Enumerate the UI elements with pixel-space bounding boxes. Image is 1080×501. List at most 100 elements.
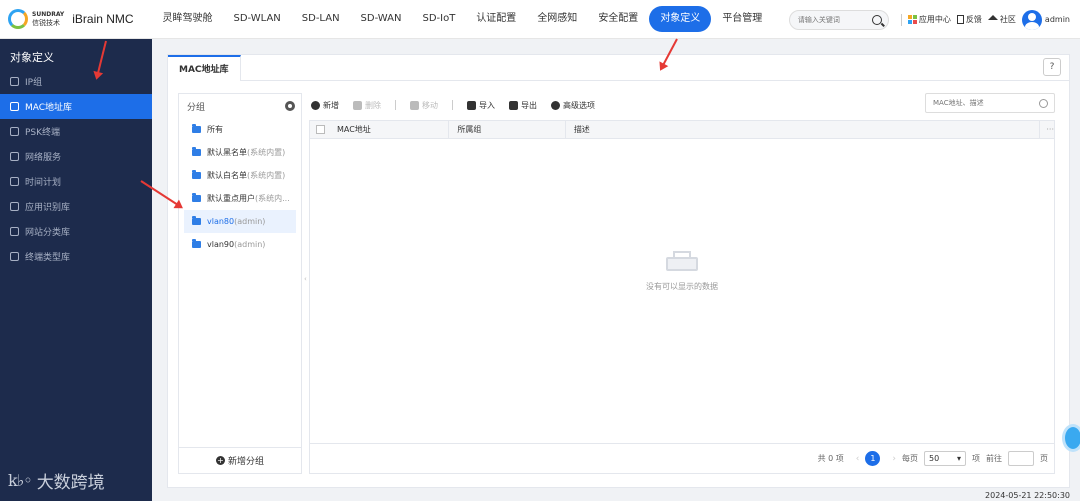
collapse-handle[interactable]: ‹ [304,275,307,283]
advanced-options-button[interactable]: 高级选项 [551,100,595,111]
product-name: iBrain NMC [72,12,134,26]
column-group[interactable]: 所属组 [449,120,566,139]
nav-item-auth-config[interactable]: 认证配置 [466,6,526,32]
total-count: 共 0 项 [817,454,844,463]
mac-library-icon [10,102,19,111]
feedback-link[interactable]: 反馈 [956,14,982,25]
mac-list-panel: 新增 删除 移动 导入 导出 高级选项 MAC地址、描述 MAC地址 所属组 描… [309,93,1055,474]
gear-icon[interactable] [285,101,295,111]
per-page-select[interactable]: 50 ▾ [924,451,966,466]
page-number-1[interactable]: 1 [865,451,881,466]
move-icon [410,100,419,110]
community-link[interactable]: 社区 [987,14,1016,25]
feedback-label: 反馈 [965,15,982,24]
global-search-input[interactable] [797,15,868,24]
network-service-icon [10,152,19,161]
column-settings[interactable]: ··· [1040,121,1054,139]
per-page-label: 每页 [902,454,918,463]
sidebar-item-network-service[interactable]: 网络服务 [0,144,152,169]
table-header: MAC地址 所属组 描述 ··· [310,120,1054,139]
empty-box-icon [666,251,698,271]
sidebar-item-label: IP组 [25,78,43,88]
sidebar-item-ip-group[interactable]: IP组 [0,69,152,94]
search-icon[interactable] [871,14,882,25]
main-panel: MAC地址库 ? 分组 所有 默认黑名单 (系统内置) 默认白名单 (系统内置) 默… [167,54,1070,488]
nav-item-network-awareness[interactable]: 全网感知 [527,6,587,32]
sidebar-item-website-category[interactable]: 网站分类库 [0,219,152,244]
group-item-default-whitelist[interactable]: 默认白名单 (系统内置) [184,164,296,187]
nav-item-sd-lan[interactable]: SD-LAN [292,6,350,32]
tab-bar: MAC地址库 ? [168,55,1069,81]
sidebar-item-mac-library[interactable]: MAC地址库 [0,94,152,119]
import-button[interactable]: 导入 [467,100,495,111]
column-description[interactable]: 描述 [566,120,1041,139]
divider [395,100,396,110]
community-label: 社区 [999,15,1016,24]
next-page-button[interactable]: › [892,454,896,464]
avatar [1021,9,1042,30]
chat-support-icon[interactable] [1062,424,1080,452]
sidebar-item-terminal-type[interactable]: 终端类型库 [0,244,152,269]
import-icon [467,100,476,110]
page-label: 页 [1040,454,1048,463]
sidebar-item-label: MAC地址库 [25,103,73,113]
brand-en: SUNDRAY [32,11,65,18]
website-category-icon [10,227,19,236]
nav-item-sd-wan[interactable]: SD-WAN [351,6,412,32]
nav-item-cockpit[interactable]: 灵眸驾驶舱 [153,6,223,32]
user-menu[interactable]: admin [1021,9,1070,30]
brand-logo[interactable]: SUNDRAY 信锐技术 iBrain NMC [0,9,152,29]
group-item-vlan90[interactable]: vlan90 (admin) [184,233,296,256]
app-grid-icon [907,15,917,24]
group-item-vlan80[interactable]: vlan80 (admin) [184,210,296,233]
sidebar: 对象定义 IP组 MAC地址库 PSK终端 网络服务 时间计划 应用识别库 网站… [0,39,152,501]
nav-item-security-config[interactable]: 安全配置 [588,6,648,32]
folder-icon [192,239,201,248]
add-button[interactable]: 新增 [311,100,339,111]
sidebar-item-label: 应用识别库 [25,203,71,213]
mac-search-input[interactable] [933,99,1033,107]
group-item-default-blacklist[interactable]: 默认黑名单 (系统内置) [184,141,296,164]
sidebar-item-psk-terminal[interactable]: PSK终端 [0,119,152,144]
community-icon [987,15,998,20]
sidebar-title: 对象定义 [10,51,54,64]
nav-item-sd-wlan[interactable]: SD-WLAN [224,6,291,32]
prev-page-button[interactable]: ‹ [856,454,860,464]
tab-mac-library[interactable]: MAC地址库 [168,55,241,81]
add-group-button[interactable]: + 新增分组 [179,447,301,473]
app-center-label: 应用中心 [918,15,951,24]
select-all-checkbox[interactable] [316,125,325,134]
empty-text: 没有可以显示的数据 [646,282,718,291]
add-group-label: 新增分组 [227,457,264,467]
nav-item-sd-iot[interactable]: SD-IoT [412,6,465,32]
app-center-link[interactable]: 应用中心 [907,14,951,25]
gear-icon [551,100,560,110]
nav-item-platform-management[interactable]: 平台管理 [712,6,772,32]
help-button[interactable]: ? [1043,58,1061,76]
top-bar: SUNDRAY 信锐技术 iBrain NMC 灵眸驾驶舱 SD-WLAN SD… [0,0,1080,39]
feedback-icon [956,15,964,24]
export-button[interactable]: 导出 [509,100,537,111]
group-item-default-key-users[interactable]: 默认重点用户 (系统内... [184,187,296,210]
group-item-all[interactable]: 所有 [184,118,296,141]
goto-page-input[interactable] [1008,451,1034,466]
column-mac[interactable]: MAC地址 [333,120,450,139]
top-right-tools: 应用中心 反馈 社区 admin [788,0,1070,39]
sidebar-item-schedule[interactable]: 时间计划 [0,169,152,194]
mac-table: MAC地址 所属组 描述 ··· 没有可以显示的数据 共 0 项 ‹ 1 › 每… [309,120,1055,474]
search-icon[interactable] [1039,98,1048,108]
mac-search[interactable] [925,93,1055,113]
folder-icon [192,216,201,225]
trash-icon [353,100,362,110]
delete-button[interactable]: 删除 [353,100,381,111]
watermark-mark: k♭◦ [8,471,33,490]
global-search[interactable] [788,9,889,30]
sidebar-item-app-library[interactable]: 应用识别库 [0,194,152,219]
nav-item-object-definition[interactable]: 对象定义 [649,6,712,32]
move-button[interactable]: 移动 [410,100,438,111]
divider [900,13,902,26]
username: admin [1044,15,1070,24]
plus-icon: + [215,456,225,465]
current-datetime: 2024-05-21 22:50:30 [985,491,1070,500]
sidebar-item-label: 网络服务 [25,153,62,163]
